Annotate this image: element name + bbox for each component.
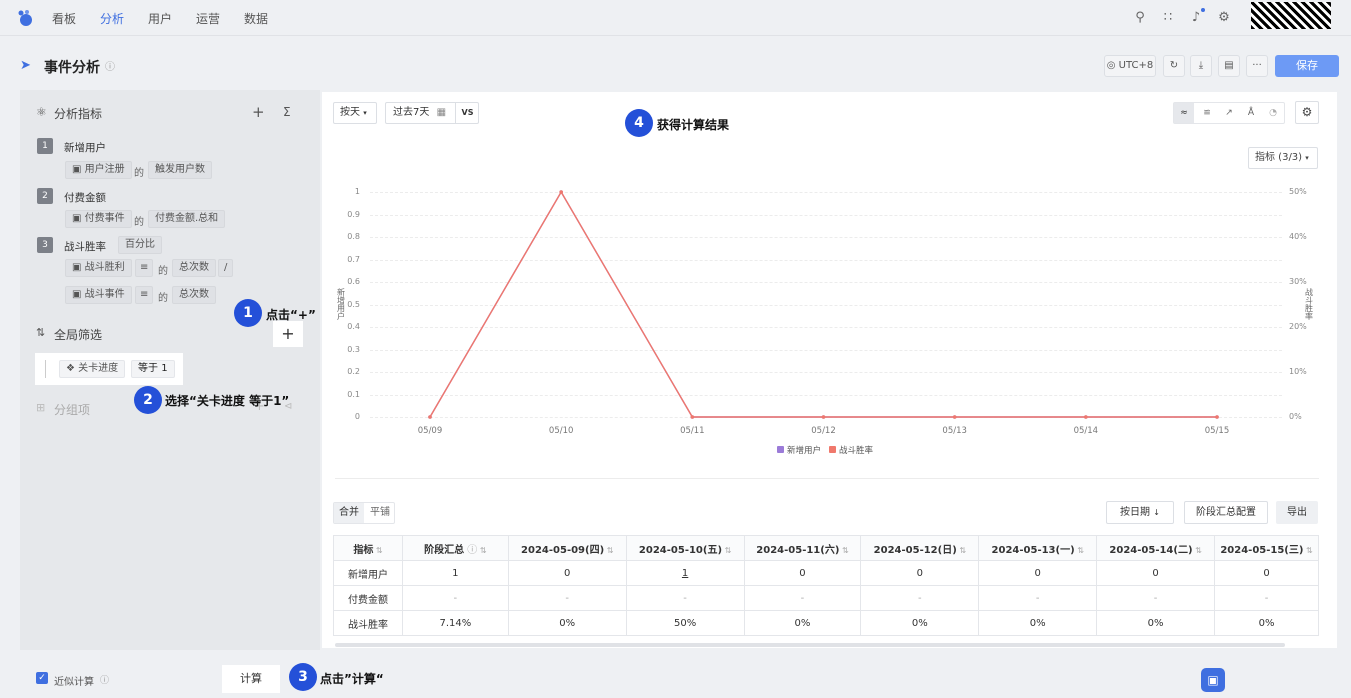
column-header[interactable]: 2024-05-10(五) ⇅ <box>625 535 745 561</box>
column-header[interactable]: 2024-05-15(三) ⇅ <box>1214 535 1319 561</box>
sort-icon[interactable]: ⇅ <box>1075 546 1084 555</box>
data-point[interactable] <box>821 415 826 419</box>
data-point[interactable] <box>952 415 957 419</box>
table-cell: 0 <box>743 560 862 586</box>
table-cell: 0% <box>860 610 980 636</box>
table-cell: 0 <box>507 560 627 586</box>
table-cell: 0 <box>978 560 1098 586</box>
step-badge: 4 <box>625 109 653 137</box>
sort-icon[interactable]: ⇅ <box>604 546 614 555</box>
data-point[interactable] <box>690 415 695 419</box>
table-cell: 0% <box>1214 610 1319 636</box>
step-instruction: 点击”计算“ <box>320 672 384 686</box>
step-instruction: 选择“关卡进度 等于1” <box>165 394 290 408</box>
data-point[interactable] <box>1215 415 1219 419</box>
table-cell: - <box>743 585 862 611</box>
data-table: 指标 ⇅ 阶段汇总 ⓘ ⇅ 2024-05-09(四) ⇅ 2024-05-10(五)… <box>333 535 1319 636</box>
table-cell: - <box>507 585 627 611</box>
table-header-row: 指标 ⇅ 阶段汇总 ⓘ ⇅ 2024-05-09(四) ⇅ 2024-05-10(五)… <box>333 535 1319 561</box>
column-header[interactable]: 阶段汇总 ⓘ ⇅ <box>401 535 509 561</box>
table-row: 战斗胜率 7.14% 0% 50% 0% 0% 0% 0% 0% <box>333 610 1319 636</box>
table-cell: 0 <box>860 560 980 586</box>
column-header-label: 2024-05-14(二) <box>1109 544 1193 556</box>
sort-icon[interactable]: ⇅ <box>1193 546 1202 555</box>
sort-icon[interactable]: ⇅ <box>839 546 849 555</box>
by-date-label: 按日期 <box>1120 507 1151 518</box>
column-header-label: 2024-05-11(六) <box>756 544 840 556</box>
table-cell: - <box>401 585 509 611</box>
stage-config-button[interactable]: 阶段汇总配置 <box>1184 501 1268 524</box>
table-cell: - <box>1096 585 1216 611</box>
column-header[interactable]: 2024-05-14(二) ⇅ <box>1096 535 1216 561</box>
column-header-label: 阶段汇总 <box>424 544 465 556</box>
table-cell: 7.14% <box>401 610 509 636</box>
column-header-label: 2024-05-15(三) <box>1220 544 1304 556</box>
table-row: 新增用户 1 0 1 0 0 0 0 0 <box>333 560 1319 586</box>
table-cell: 0 <box>1096 560 1216 586</box>
series-line[interactable] <box>429 190 1217 418</box>
data-point[interactable] <box>428 415 432 419</box>
column-header[interactable]: 2024-05-09(四) ⇅ <box>507 535 627 561</box>
table-mode-tabs: 合并 平铺 <box>333 502 395 524</box>
tab-tile[interactable]: 平铺 <box>365 503 395 523</box>
column-header-label: 2024-05-12(日) <box>873 544 957 556</box>
table-cell: 0% <box>1096 610 1216 636</box>
sort-icon[interactable]: ⇅ <box>477 546 487 555</box>
table-cell: - <box>625 585 745 611</box>
column-header[interactable]: 指标 ⇅ <box>333 535 403 561</box>
sort-icon[interactable]: ⇅ <box>722 546 732 555</box>
step-badge: 2 <box>134 386 162 414</box>
row-metric-name: 战斗胜率 <box>333 610 403 636</box>
sort-icon[interactable]: ⇅ <box>1303 546 1313 555</box>
by-date-button[interactable]: 按日期 ↓ <box>1106 501 1174 524</box>
table-cell: - <box>1214 585 1319 611</box>
table-cell: 1 <box>401 560 509 586</box>
row-metric-name: 新增用户 <box>333 560 403 586</box>
export-button[interactable]: 导出 <box>1276 501 1318 524</box>
column-header-label: 指标 <box>353 544 374 556</box>
sort-icon[interactable]: ⇅ <box>373 546 383 555</box>
data-point[interactable] <box>1084 415 1088 419</box>
step-badge: 1 <box>234 299 262 327</box>
column-header[interactable]: 2024-05-11(六) ⇅ <box>743 535 862 561</box>
table-cell[interactable]: 1 <box>625 560 745 586</box>
step-instruction: 获得计算结果 <box>657 118 730 132</box>
column-header-label: 2024-05-10(五) <box>638 544 723 556</box>
data-point[interactable] <box>559 190 563 194</box>
table-cell: 0 <box>1214 560 1319 586</box>
info-icon[interactable]: ⓘ <box>464 545 477 556</box>
table-row: 付费金额 - - - - - - - - <box>333 585 1319 611</box>
legend-swatch <box>829 446 836 453</box>
tab-merge[interactable]: 合并 <box>334 503 364 523</box>
legend-label[interactable]: 战斗胜率 <box>839 444 873 456</box>
table-cell: - <box>978 585 1098 611</box>
row-metric-name: 付费金额 <box>333 585 403 611</box>
table-body: 新增用户 1 0 1 0 0 0 0 0 付费金额 - - - - - - - - 战斗胜率 7.14% 0% 50% 0%… <box>333 560 1319 636</box>
horizontal-scrollbar[interactable] <box>335 643 1285 647</box>
column-header-label: 2024-05-09(四) <box>521 544 605 556</box>
series-line[interactable] <box>429 190 1217 418</box>
column-header-label: 2024-05-13(一) <box>991 544 1075 556</box>
step-instruction: 点击“+” <box>266 308 316 322</box>
table-cell: 0% <box>507 610 627 636</box>
table-cell: 0% <box>978 610 1098 636</box>
legend-swatch <box>777 446 784 453</box>
step-badge: 3 <box>289 663 317 691</box>
divider <box>335 478 1319 479</box>
table-cell: 50% <box>625 610 745 636</box>
table-cell: - <box>860 585 980 611</box>
column-header[interactable]: 2024-05-12(日) ⇅ <box>860 535 980 561</box>
legend-label[interactable]: 新增用户 <box>787 444 821 456</box>
table-cell: 0% <box>743 610 862 636</box>
column-header[interactable]: 2024-05-13(一) ⇅ <box>978 535 1098 561</box>
sort-icon[interactable]: ⇅ <box>957 546 966 555</box>
assistant-bot-icon[interactable]: ▣ <box>1201 668 1225 692</box>
sort-icon: ↓ <box>1153 508 1160 517</box>
